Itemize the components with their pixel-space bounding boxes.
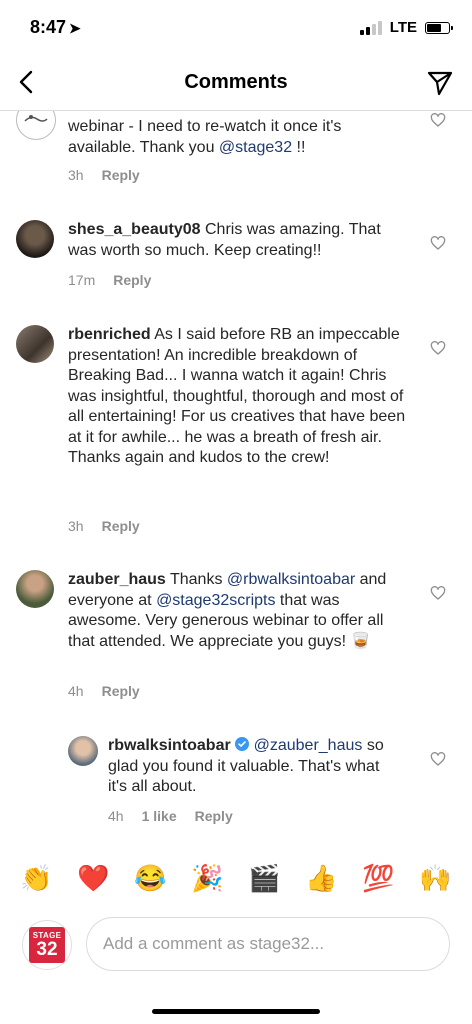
avatar[interactable] (68, 736, 98, 766)
comment-meta: 17m Reply (68, 272, 169, 288)
mention-link[interactable]: @stage32 (219, 139, 292, 156)
comment-meta: 4h 1 like Reply (108, 808, 251, 824)
comment-text: rbwalksintoabar @zauber_haus so glad you… (108, 737, 384, 795)
clap-emoji-button[interactable]: 👏 (20, 863, 52, 893)
home-indicator (152, 1009, 320, 1014)
clapper-emoji-button[interactable]: 🎬 (248, 863, 280, 893)
reply-button[interactable]: Reply (102, 518, 140, 534)
heart-icon[interactable] (430, 112, 446, 128)
mention-link[interactable]: @zauber_haus (254, 737, 363, 754)
comment-time: 4h (108, 808, 124, 824)
emoji-quick-bar: 👏 ❤️ 😂 🎉 🎬 👍 💯 🙌 (0, 858, 472, 898)
hundred-emoji-button[interactable]: 💯 (362, 863, 394, 893)
location-arrow-icon: ➤ (69, 20, 81, 36)
signal-icon (359, 20, 382, 35)
verified-badge-icon (235, 737, 250, 751)
carrier-label: LTE (389, 19, 417, 36)
stage32-logo: STAGE 32 (29, 927, 65, 963)
heart-icon[interactable] (430, 235, 446, 251)
mention-link[interactable]: @stage32scripts (156, 592, 275, 609)
comment-meta: 3h Reply (68, 167, 158, 183)
header: Comments (0, 58, 472, 111)
username[interactable]: shes_a_beauty08 (68, 221, 201, 238)
comment-input[interactable] (86, 917, 450, 971)
status-time: 8:47 ➤ (30, 17, 81, 37)
likes-count[interactable]: 1 like (142, 808, 177, 824)
reply-button[interactable]: Reply (102, 167, 140, 183)
comment-text: shes_a_beauty08 Chris was amazing. That … (68, 221, 381, 259)
page-title: Comments (184, 71, 288, 93)
heart-icon[interactable] (430, 340, 446, 356)
heart-emoji-button[interactable]: ❤️ (77, 863, 109, 893)
comment-time: 3h (68, 167, 84, 183)
mention-link[interactable]: @rbwalksintoabar (227, 571, 355, 588)
comment-text: webinar - I need to re-watch it once it'… (68, 118, 342, 156)
battery-icon (425, 21, 453, 34)
reply-button[interactable]: Reply (102, 683, 140, 699)
comment-time: 3h (68, 518, 84, 534)
comment-meta: 4h Reply (68, 683, 158, 699)
heart-icon[interactable] (430, 751, 446, 767)
thumbs-up-emoji-button[interactable]: 👍 (305, 863, 337, 893)
stage32-avatar[interactable]: STAGE 32 (22, 920, 72, 970)
username[interactable]: rbenriched (68, 326, 151, 343)
comment-composer: STAGE 32 (0, 914, 472, 974)
avatar[interactable] (16, 570, 54, 608)
avatar[interactable] (16, 220, 54, 258)
comment-text: zauber_haus Thanks @rbwalksintoabar and … (68, 571, 387, 650)
reply-button[interactable]: Reply (195, 808, 233, 824)
avatar[interactable] (16, 325, 54, 363)
comment-text: rbenriched As I said before RB an impecc… (68, 326, 406, 466)
username[interactable]: zauber_haus (68, 571, 166, 588)
username[interactable]: rbwalksintoabar (108, 737, 231, 754)
comment-time: 4h (68, 683, 84, 699)
reply-button[interactable]: Reply (113, 272, 151, 288)
comment-meta: 3h Reply (68, 518, 158, 534)
party-emoji-button[interactable]: 🎉 (191, 863, 223, 893)
paper-plane-icon[interactable] (426, 69, 454, 97)
laugh-emoji-button[interactable]: 😂 (134, 863, 166, 893)
status-bar: 8:47 ➤ LTE (0, 0, 472, 58)
whiskey-emoji: 🥃 (350, 632, 371, 650)
heart-icon[interactable] (430, 585, 446, 601)
raised-hands-emoji-button[interactable]: 🙌 (419, 863, 451, 893)
comment-time: 17m (68, 272, 96, 288)
status-right: LTE (359, 19, 453, 36)
comments-feed[interactable]: webinar - I need to re-watch it once it'… (0, 80, 472, 840)
